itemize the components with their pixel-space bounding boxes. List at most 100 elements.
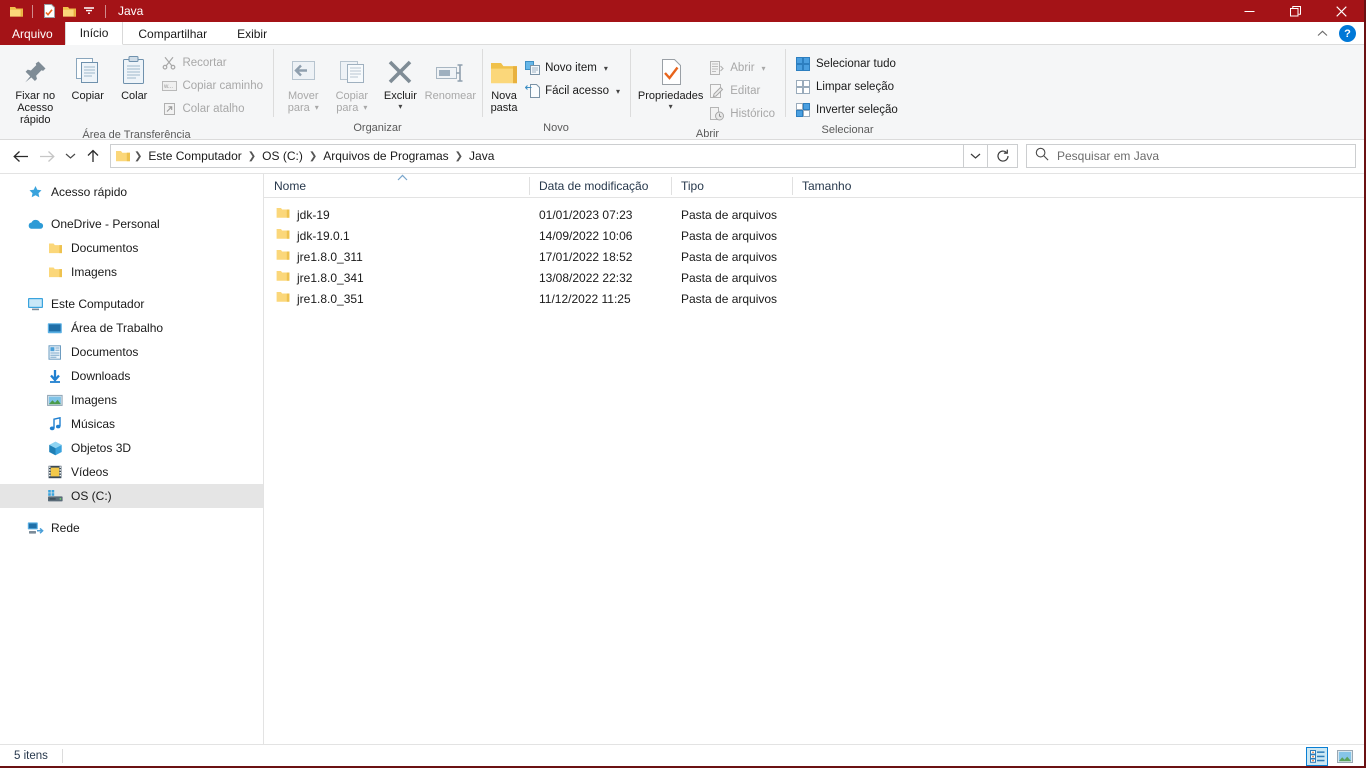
copy-to-icon — [336, 53, 368, 87]
sidebar-item-videos[interactable]: Vídeos — [0, 460, 263, 484]
sidebar-item-acesso-rapido[interactable]: Acesso rápido — [0, 180, 263, 204]
minimize-button[interactable] — [1226, 0, 1272, 22]
breadcrumb-item-drive[interactable]: OS (C:) — [257, 145, 308, 167]
chevron-down-icon: ▾ — [363, 103, 368, 112]
folder-icon[interactable] — [6, 2, 26, 20]
pin-to-quick-access-button[interactable]: Fixar no Acesso rápido — [6, 49, 64, 126]
copy-label: Copiar — [71, 90, 104, 102]
file-type: Pasta de arquivos — [681, 291, 778, 306]
status-separator — [61, 749, 63, 763]
tab-exibir[interactable]: Exibir — [222, 22, 282, 45]
forward-button[interactable] — [34, 143, 60, 169]
chevron-up-icon[interactable] — [1311, 24, 1333, 44]
sidebar-item-downloads[interactable]: Downloads — [0, 364, 263, 388]
group-title-open: Abrir — [695, 128, 720, 140]
up-button[interactable] — [80, 143, 106, 169]
file-name-cell: jre1.8.0_311 — [264, 249, 529, 264]
search-input[interactable]: Pesquisar em Java — [1026, 144, 1356, 168]
properties-button[interactable]: Propriedades ▾ — [636, 49, 705, 111]
move-to-button[interactable]: Mover para ▾ — [279, 49, 328, 114]
edit-button[interactable]: Editar — [705, 80, 779, 102]
new-folder-button[interactable]: Nova pasta — [488, 49, 520, 114]
breadcrumb-item-programs[interactable]: Arquivos de Programas — [318, 145, 453, 167]
sidebar-item-onedrive[interactable]: OneDrive - Personal — [0, 212, 263, 236]
table-row[interactable]: jre1.8.0_341 13/08/2022 22:32 Pasta de a… — [264, 267, 1364, 288]
search-icon — [1035, 147, 1049, 166]
sidebar-item-documentos[interactable]: Documentos — [0, 340, 263, 364]
column-header-tamanho[interactable]: Tamanho — [792, 174, 872, 198]
breadcrumb-separator[interactable]: ❯ — [308, 151, 318, 162]
file-date: 13/08/2022 22:32 — [539, 270, 633, 285]
sidebar-item-imagens[interactable]: Imagens — [0, 388, 263, 412]
details-view-button[interactable] — [1306, 747, 1328, 766]
delete-label: Excluir — [383, 90, 417, 102]
tab-compartilhar[interactable]: Compartilhar — [123, 22, 222, 45]
file-type: Pasta de arquivos — [681, 228, 778, 243]
paste-button[interactable]: Colar — [111, 49, 157, 102]
new-folder-icon[interactable] — [59, 2, 79, 20]
rename-button[interactable]: Renomear — [425, 49, 476, 102]
history-button[interactable]: Histórico — [705, 103, 779, 125]
move-to-icon — [287, 53, 319, 87]
table-row[interactable]: jdk-19.0.1 14/09/2022 10:06 Pasta de arq… — [264, 225, 1364, 246]
column-header-data[interactable]: Data de modificação — [529, 174, 671, 198]
sidebar-item-os-c[interactable]: OS (C:) — [0, 484, 263, 508]
table-row[interactable]: jre1.8.0_351 11/12/2022 11:25 Pasta de a… — [264, 288, 1364, 309]
clear-selection-label: Limpar seleção — [816, 81, 894, 93]
easy-access-button[interactable]: Fácil acesso ▾ — [520, 80, 624, 102]
paste-shortcut-button[interactable]: Colar atalho — [157, 98, 267, 120]
table-row[interactable]: jre1.8.0_311 17/01/2022 18:52 Pasta de a… — [264, 246, 1364, 267]
copy-icon — [72, 53, 104, 87]
sidebar-item-rede[interactable]: Rede — [0, 516, 263, 540]
breadcrumb-separator[interactable]: ❯ — [454, 151, 464, 162]
drive-icon — [46, 487, 64, 505]
breadcrumb-item-java[interactable]: Java — [464, 145, 499, 167]
address-bar: ❯ Este Computador ❯ OS (C:) ❯ Arquivos d… — [0, 140, 1364, 173]
view-buttons — [1306, 745, 1356, 766]
chevron-down-icon[interactable] — [79, 2, 99, 20]
new-item-button[interactable]: Novo item ▾ — [520, 57, 624, 79]
breadcrumb-item-computer[interactable]: Este Computador — [143, 145, 246, 167]
delete-button[interactable]: Excluir ▾ — [376, 49, 425, 111]
sidebar-item-musicas[interactable]: Músicas — [0, 412, 263, 436]
search-placeholder: Pesquisar em Java — [1057, 149, 1160, 163]
cut-button[interactable]: Recortar — [157, 52, 267, 74]
breadcrumb-separator[interactable]: ❯ — [133, 151, 143, 162]
recent-locations-button[interactable] — [60, 143, 80, 169]
clear-selection-button[interactable]: Limpar seleção — [791, 76, 902, 98]
large-icons-view-button[interactable] — [1334, 747, 1356, 766]
tab-arquivo[interactable]: Arquivo — [0, 22, 65, 45]
open-button[interactable]: Abrir ▾ — [705, 57, 779, 79]
table-row[interactable]: jdk-19 01/01/2023 07:23 Pasta de arquivo… — [264, 204, 1364, 225]
copy-button[interactable]: Copiar — [64, 49, 110, 102]
sidebar-item-area-de-trabalho[interactable]: Área de Trabalho — [0, 316, 263, 340]
tab-inicio[interactable]: Início — [64, 22, 124, 45]
navigation-pane: Acesso rápido OneDrive - Personal Docume… — [0, 174, 264, 744]
close-button[interactable] — [1318, 0, 1364, 22]
back-button[interactable] — [8, 143, 34, 169]
ribbon: Fixar no Acesso rápido Copiar Colar Reco… — [0, 45, 1364, 141]
properties-icon[interactable] — [39, 2, 59, 20]
scissors-icon — [161, 55, 177, 71]
sidebar-item-objetos-3d[interactable]: Objetos 3D — [0, 436, 263, 460]
select-all-button[interactable]: Selecionar tudo — [791, 53, 902, 75]
invert-selection-label: Inverter seleção — [816, 104, 898, 116]
copy-to-button[interactable]: Copiar para ▾ — [328, 49, 377, 114]
new-small-buttons: Novo item ▾ Fácil acesso ▾ — [520, 49, 624, 102]
sidebar-item-este-computador[interactable]: Este Computador — [0, 292, 263, 316]
sidebar-item-onedrive-documentos[interactable]: Documentos — [0, 236, 263, 260]
column-header-tipo[interactable]: Tipo — [671, 174, 792, 198]
copy-path-button[interactable]: w... Copiar caminho — [157, 75, 267, 97]
help-icon[interactable]: ? — [1339, 25, 1356, 42]
window-title: Java — [118, 4, 144, 18]
address-dropdown-button[interactable] — [964, 144, 988, 168]
open-small-buttons: Abrir ▾ Editar Histórico — [705, 49, 779, 125]
maximize-restore-button[interactable] — [1272, 0, 1318, 22]
invert-selection-button[interactable]: Inverter seleção — [791, 99, 902, 121]
sidebar-item-onedrive-imagens[interactable]: Imagens — [0, 260, 263, 284]
breadcrumb[interactable]: ❯ Este Computador ❯ OS (C:) ❯ Arquivos d… — [110, 144, 964, 168]
refresh-button[interactable] — [988, 144, 1018, 168]
breadcrumb-separator[interactable]: ❯ — [247, 151, 257, 162]
pin-label-line2: Acesso rápido — [17, 102, 54, 126]
